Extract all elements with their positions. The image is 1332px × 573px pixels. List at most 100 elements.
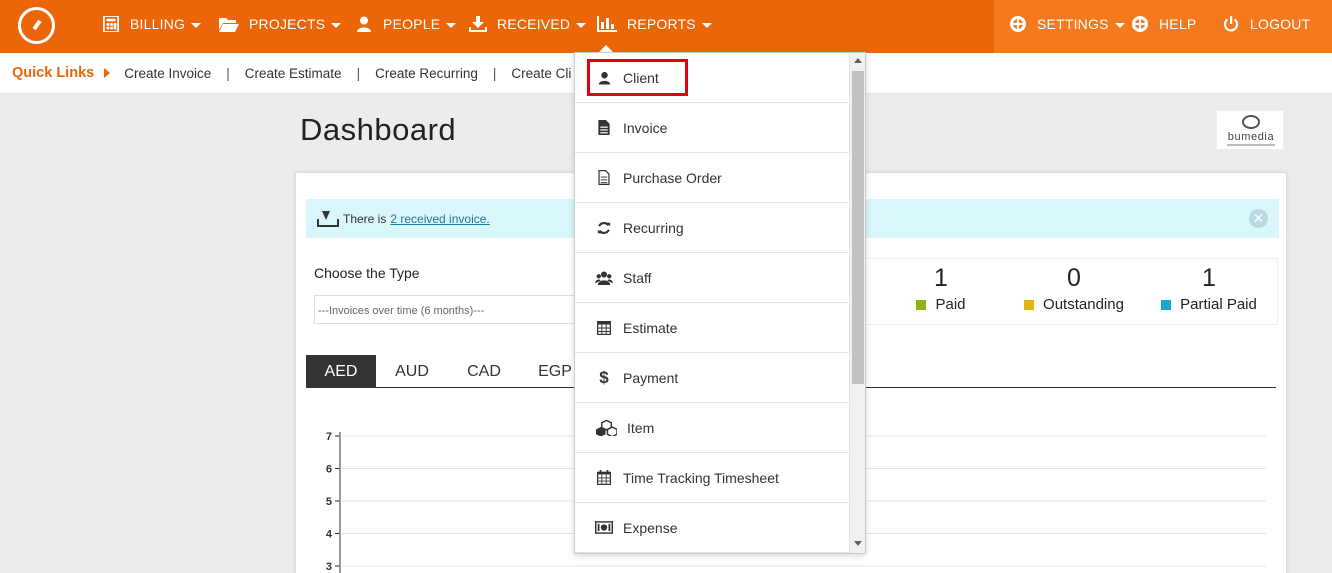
chevron-down-icon [446,22,457,28]
nav-people-label: PEOPLE [383,16,441,32]
tab-aud[interactable]: AUD [376,355,448,387]
quick-links-title: Quick Links [12,65,95,81]
y-tick-label: 4 [326,529,333,541]
quick-link-create-estimate[interactable]: Create Estimate [245,66,342,81]
invoice-status-summary: 1 Paid 0 Outstanding 1 Partial Paid [858,258,1278,325]
download-icon [317,210,339,227]
company-name: bumedia [1227,131,1275,143]
logo-tagline-mark [1227,144,1275,146]
nav-received-label: RECEIVED [497,16,571,32]
menu-item-invoice[interactable]: Invoice [575,103,849,153]
y-tick-label: 6 [326,464,332,476]
menu-item-client[interactable]: Client [575,53,849,103]
nav-settings[interactable]: SETTINGS [1009,0,1125,48]
menu-item-label: Staff [623,269,652,286]
menu-item-label: Purchase Order [623,169,722,186]
scroll-down-arrow-icon[interactable] [854,541,862,546]
y-tick-label: 3 [326,561,332,573]
lifebuoy-icon [1132,16,1148,32]
money-icon [595,520,613,536]
stat-partial-paid-label: Partial Paid [1180,296,1257,313]
nav-projects[interactable]: PROJECTS [219,0,342,48]
menu-item-recurring[interactable]: Recurring [575,203,849,253]
menu-item-label: Client [623,69,659,86]
download-icon [469,16,487,32]
file-text-icon [595,120,613,136]
chevron-down-icon [576,22,587,28]
nav-logout-label: LOGOUT [1250,16,1311,32]
stat-paid-value: 1 [934,264,948,292]
nav-received[interactable]: RECEIVED [469,0,587,48]
dropdown-scrollbar[interactable] [849,53,865,553]
stat-paid-label: Paid [935,296,966,313]
user-icon [595,70,613,86]
menu-item-label: Expense [623,519,678,536]
nav-logout[interactable]: LOGOUT [1222,0,1310,48]
page-title: Dashboard [300,112,457,147]
scrollbar-thumb[interactable] [852,71,864,384]
chart-type-select[interactable]: ---Invoices over time (6 months)--- [314,295,584,324]
nav-reports[interactable]: REPORTS [597,0,712,48]
bar-chart-icon [597,16,617,32]
lifebuoy-icon [1010,16,1026,32]
quick-link-create-client[interactable]: Create Cli [511,66,571,81]
menu-item-payment[interactable]: $ Payment [575,353,849,403]
folder-open-icon [219,18,239,32]
stat-paid[interactable]: 1 Paid [871,259,1011,313]
nav-settings-label: SETTINGS [1037,16,1109,32]
refresh-icon [595,220,613,236]
users-icon [595,270,613,286]
stat-partial-paid[interactable]: 1 Partial Paid [1139,259,1279,313]
menu-item-estimate[interactable]: Estimate [575,303,849,353]
close-icon[interactable]: ✕ [1249,209,1268,228]
tab-aed[interactable]: AED [306,355,376,387]
logo-mark [1242,115,1260,129]
chevron-down-icon [1114,22,1125,28]
menu-item-time-tracking-timesheet[interactable]: Time Tracking Timesheet [575,453,849,503]
reports-dropdown-menu: Client Invoice Purchase Order Recurring … [574,52,866,554]
choose-type-label: Choose the Type [314,265,420,281]
menu-item-label: Estimate [623,319,678,336]
received-invoice-link[interactable]: 2 received invoice. [390,212,489,226]
stat-outstanding-label: Outstanding [1043,296,1124,313]
nav-help[interactable]: HELP [1131,0,1196,48]
separator: | [356,65,361,81]
menu-item-staff[interactable]: Staff [575,253,849,303]
nav-reports-label: REPORTS [627,16,696,32]
nav-billing-label: BILLING [130,16,186,32]
separator: | [492,65,497,81]
calculator-icon [103,16,119,32]
dollar-icon: $ [599,367,609,387]
power-icon [1223,16,1239,32]
cubes-icon [595,419,617,436]
nav-people[interactable]: PEOPLE [355,0,457,48]
nav-projects-label: PROJECTS [249,16,326,32]
nav-billing[interactable]: BILLING [102,0,202,48]
y-tick-label: 5 [326,496,332,508]
chevron-down-icon [191,22,202,28]
y-tick-label: 7 [326,431,332,443]
calendar-icon [595,470,613,486]
menu-item-expense[interactable]: Expense [575,503,849,553]
tab-cad[interactable]: CAD [448,355,520,387]
top-navbar: BILLING PROJECTS PEOPLE RECEIVED REPORTS… [0,0,1332,53]
menu-item-item[interactable]: Item [575,403,849,453]
outstanding-legend-swatch [1024,299,1035,310]
menu-item-label: Item [627,419,655,436]
stat-outstanding[interactable]: 0 Outstanding [1004,259,1144,313]
menu-item-purchase-order[interactable]: Purchase Order [575,153,849,203]
nav-help-label: HELP [1159,16,1197,32]
menu-item-label: Invoice [623,119,668,136]
menu-item-label: Recurring [623,219,684,236]
user-icon [357,16,371,32]
partial-paid-legend-swatch [1161,299,1172,310]
stat-partial-paid-value: 1 [1202,264,1216,292]
caret-right-icon [104,68,111,78]
separator: | [226,65,230,81]
dashboard-logo-icon[interactable] [18,7,55,44]
menu-item-label: Time Tracking Timesheet [623,469,779,486]
quick-link-create-recurring[interactable]: Create Recurring [375,66,478,81]
quick-link-create-invoice[interactable]: Create Invoice [124,66,211,81]
scroll-up-arrow-icon[interactable] [854,58,862,63]
file-outline-icon [595,170,613,186]
